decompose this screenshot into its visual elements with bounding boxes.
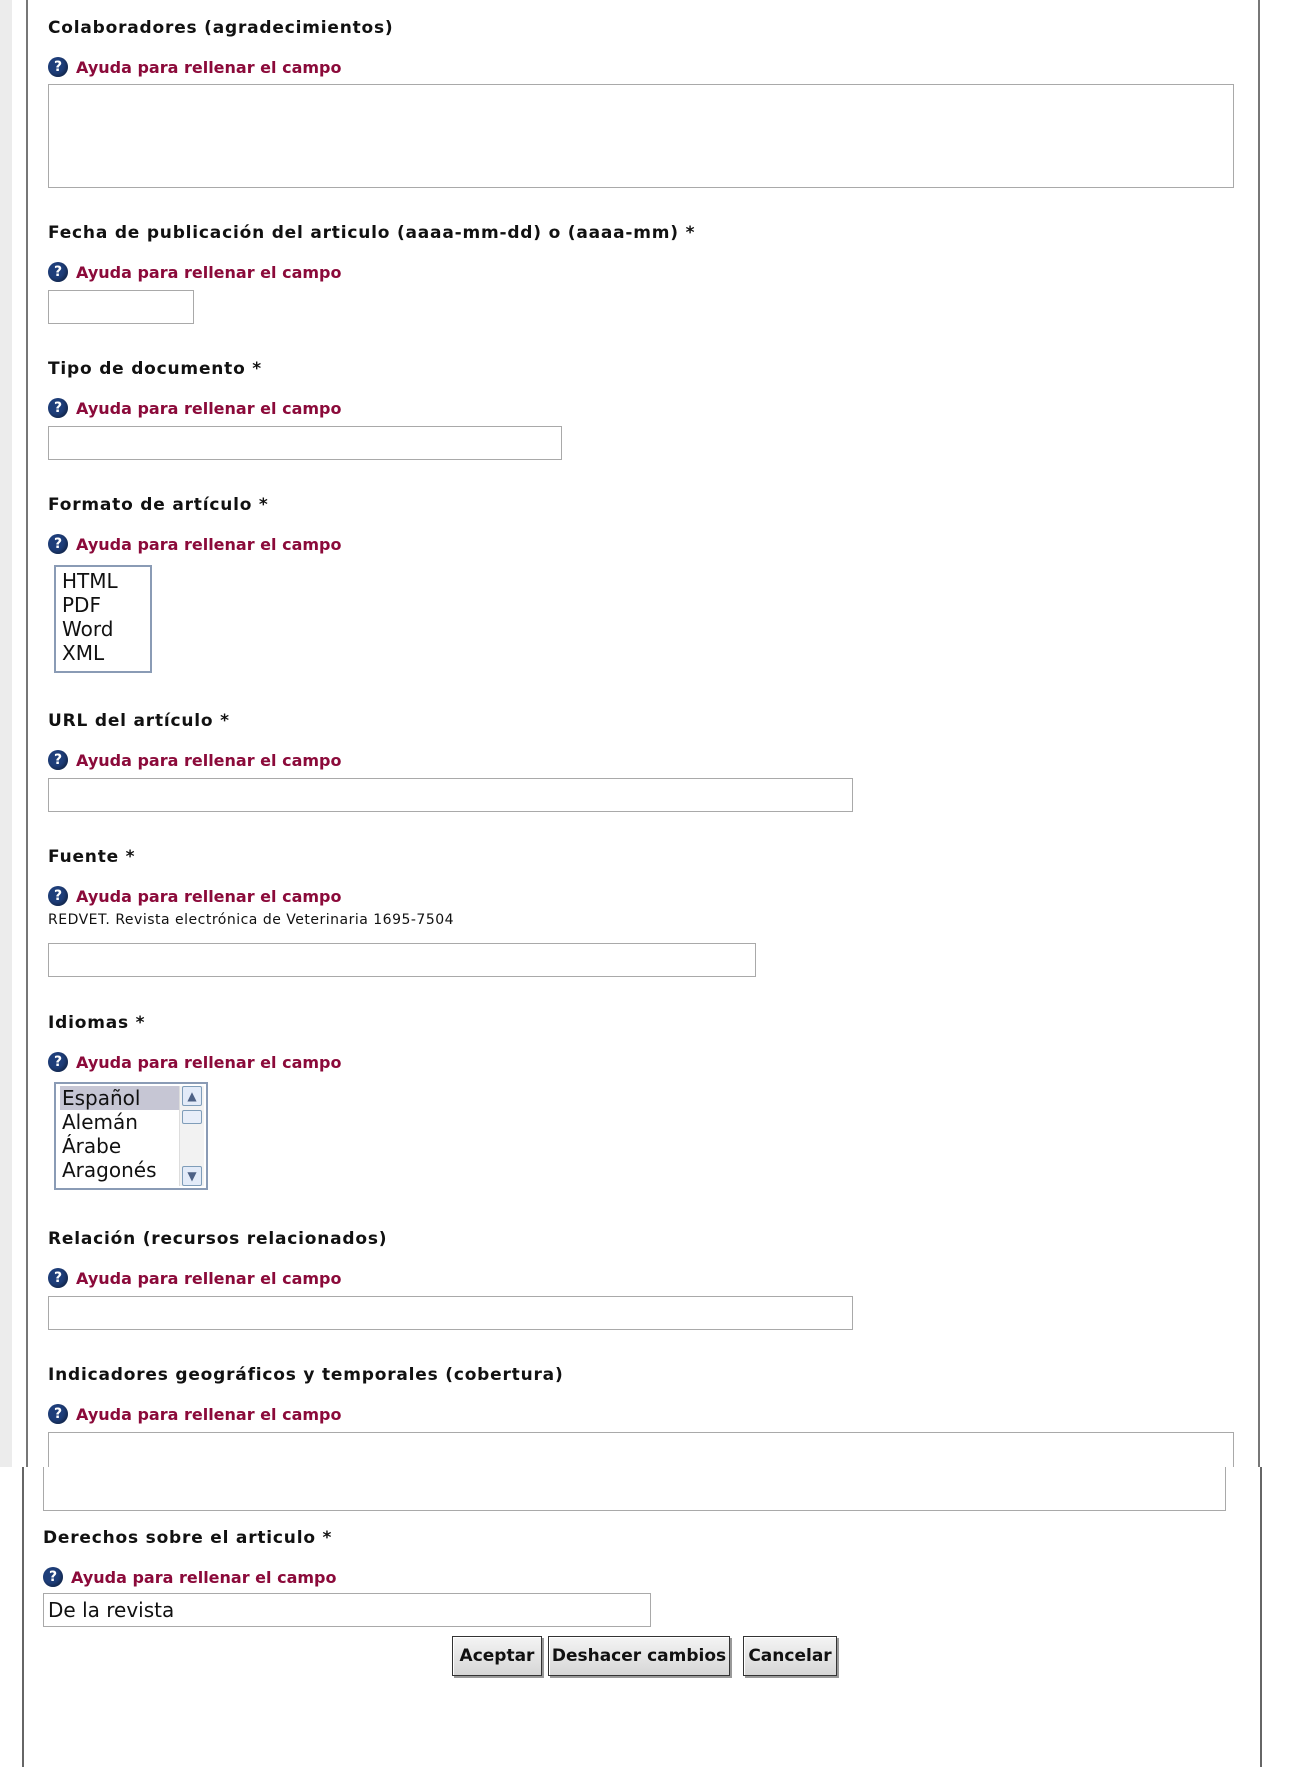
idiomas-label: Idiomas * — [48, 1013, 146, 1033]
cobertura-label: Indicadores geográficos y temporales (co… — [48, 1365, 564, 1385]
relacion-label: Relación (recursos relacionados) — [48, 1229, 388, 1249]
cancelar-button[interactable]: Cancelar — [743, 1636, 837, 1676]
help-link-url[interactable]: ? Ayuda para rellenar el campo — [48, 750, 341, 770]
help-link-text: Ayuda para rellenar el campo — [71, 1567, 337, 1587]
question-circle-icon: ? — [43, 1567, 63, 1587]
formato-label: Formato de artículo * — [48, 495, 269, 515]
fecha-label: Fecha de publicación del articulo (aaaa-… — [48, 223, 696, 243]
help-link-text: Ayuda para rellenar el campo — [76, 57, 342, 77]
help-link-text: Ayuda para rellenar el campo — [76, 262, 342, 282]
question-circle-icon: ? — [48, 57, 68, 77]
idiomas-option-selected[interactable]: Español — [60, 1086, 180, 1110]
help-link-text: Ayuda para rellenar el campo — [76, 398, 342, 418]
scrollbar-thumb[interactable] — [182, 1110, 202, 1124]
deshacer-cambios-button[interactable]: Deshacer cambios — [548, 1636, 730, 1676]
help-link-relacion[interactable]: ? Ayuda para rellenar el campo — [48, 1268, 341, 1288]
question-circle-icon: ? — [48, 1268, 68, 1288]
help-link-idiomas[interactable]: ? Ayuda para rellenar el campo — [48, 1052, 341, 1072]
cobertura-textarea-top[interactable] — [48, 1432, 1234, 1467]
fecha-input[interactable] — [48, 290, 194, 324]
formato-option[interactable]: Word — [60, 617, 150, 641]
help-link-text: Ayuda para rellenar el campo — [76, 886, 342, 906]
aceptar-button[interactable]: Aceptar — [452, 1636, 542, 1676]
formato-option[interactable]: HTML — [60, 569, 150, 593]
chevron-up-icon[interactable]: ▲ — [182, 1086, 202, 1106]
colaboradores-textarea[interactable] — [48, 84, 1234, 188]
help-link-text: Ayuda para rellenar el campo — [76, 1268, 342, 1288]
help-link-fuente[interactable]: ? Ayuda para rellenar el campo — [48, 886, 341, 906]
url-label: URL del artículo * — [48, 711, 230, 731]
question-circle-icon: ? — [48, 534, 68, 554]
fuente-input[interactable] — [48, 943, 756, 977]
question-circle-icon: ? — [48, 398, 68, 418]
derechos-input[interactable] — [43, 1593, 651, 1627]
chevron-down-icon[interactable]: ▼ — [182, 1166, 202, 1186]
cobertura-textarea[interactable] — [43, 1467, 1226, 1511]
idiomas-listbox[interactable]: Español Alemán Árabe Aragonés ▲ ▼ — [54, 1082, 208, 1190]
url-input[interactable] — [48, 778, 853, 812]
help-link-text: Ayuda para rellenar el campo — [76, 1404, 342, 1424]
question-circle-icon: ? — [48, 750, 68, 770]
formato-option[interactable]: XML — [60, 641, 150, 665]
tipo-input[interactable] — [48, 426, 562, 460]
idiomas-scrollbar[interactable]: ▲ ▼ — [179, 1086, 204, 1186]
help-link-formato[interactable]: ? Ayuda para rellenar el campo — [48, 534, 341, 554]
colaboradores-label: Colaboradores (agradecimientos) — [48, 18, 394, 38]
help-link-colaboradores[interactable]: ? Ayuda para rellenar el campo — [48, 57, 341, 77]
help-link-text: Ayuda para rellenar el campo — [76, 534, 342, 554]
formato-listbox[interactable]: HTML PDF Word XML — [54, 565, 152, 673]
fuente-label: Fuente * — [48, 847, 136, 867]
help-link-text: Ayuda para rellenar el campo — [76, 1052, 342, 1072]
help-link-fecha[interactable]: ? Ayuda para rellenar el campo — [48, 262, 341, 282]
help-link-cobertura[interactable]: ? Ayuda para rellenar el campo — [48, 1404, 341, 1424]
help-link-tipo[interactable]: ? Ayuda para rellenar el campo — [48, 398, 341, 418]
question-circle-icon: ? — [48, 1052, 68, 1072]
question-circle-icon: ? — [48, 1404, 68, 1424]
question-circle-icon: ? — [48, 262, 68, 282]
question-circle-icon: ? — [48, 886, 68, 906]
tipo-label: Tipo de documento * — [48, 359, 262, 379]
left-margin — [0, 0, 12, 1467]
help-link-derechos[interactable]: ? Ayuda para rellenar el campo — [43, 1567, 336, 1587]
formato-option[interactable]: PDF — [60, 593, 150, 617]
help-link-text: Ayuda para rellenar el campo — [76, 750, 342, 770]
relacion-input[interactable] — [48, 1296, 853, 1330]
fuente-note: REDVET. Revista electrónica de Veterinar… — [48, 912, 455, 928]
derechos-label: Derechos sobre el articulo * — [43, 1528, 333, 1548]
